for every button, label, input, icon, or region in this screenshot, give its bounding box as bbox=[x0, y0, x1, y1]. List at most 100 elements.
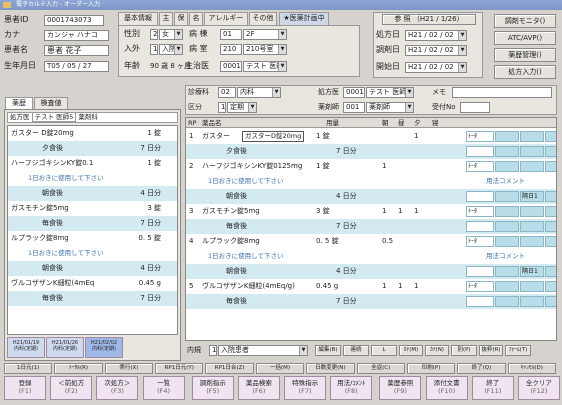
order-usage-row[interactable]: 毎食後 7 日分 bbox=[186, 294, 556, 309]
order-total-cell[interactable]: ﾄｰﾀ bbox=[466, 131, 494, 142]
fkey-button[interactable]: 特殊指示 (F7) bbox=[284, 376, 327, 400]
history-date-tab[interactable]: H21/01/19 内科(定期) bbox=[7, 337, 45, 358]
attending-code[interactable]: 00010 bbox=[220, 61, 242, 72]
order-usage-row[interactable]: 朝食後 4 日分 隔日1 bbox=[186, 264, 556, 279]
order-cell[interactable] bbox=[520, 296, 544, 307]
chevron-down-icon[interactable]: ▼ bbox=[405, 103, 413, 112]
calendar-icon[interactable]: ▼ bbox=[458, 46, 466, 55]
status-button[interactable]: 別(P) bbox=[451, 345, 477, 356]
order-cell[interactable] bbox=[545, 221, 556, 232]
tab-main[interactable]: 主 bbox=[159, 12, 173, 25]
tab-allergy[interactable]: アレルギー bbox=[204, 12, 248, 25]
status-button[interactable]: 編集(B) bbox=[315, 345, 341, 356]
memo-field[interactable] bbox=[452, 87, 552, 98]
rx-entry-button[interactable]: 処方入力() bbox=[494, 65, 556, 79]
tab-pharm-plan[interactable]: ★医薬計画中 bbox=[279, 12, 329, 25]
order-cell[interactable] bbox=[545, 296, 556, 307]
fkey-button[interactable]: 一覧 (F4) bbox=[142, 376, 185, 400]
calendar-icon[interactable]: ▼ bbox=[458, 63, 466, 72]
calendar-icon[interactable]: ▼ bbox=[458, 31, 466, 40]
division-code[interactable]: 1 bbox=[218, 102, 226, 113]
order-cell[interactable] bbox=[520, 281, 544, 292]
order-total-cell[interactable]: ﾄｰﾀ bbox=[466, 236, 494, 247]
order-total-cell[interactable]: ﾄｰﾀ bbox=[466, 206, 494, 217]
status-button[interactable]: L bbox=[371, 345, 397, 356]
tool-button[interactable]: 1日元(1) bbox=[4, 363, 53, 374]
order-cell[interactable] bbox=[520, 131, 544, 142]
dob-field[interactable]: T05 / 05 / 27 bbox=[44, 61, 109, 72]
order-row[interactable]: 3 ガスモチン錠5mg 3 錠 1 1 1 ﾄｰﾀ bbox=[186, 204, 556, 219]
order-cell[interactable] bbox=[545, 281, 556, 292]
order-usage-row[interactable]: 夕食後 7 日分 bbox=[186, 144, 556, 159]
fkey-button[interactable]: 調剤指示 (F5) bbox=[191, 376, 234, 400]
tool-button[interactable]: 全返(C) bbox=[356, 363, 405, 374]
tool-button[interactable]: 日数変更(N) bbox=[306, 363, 355, 374]
rule-code[interactable]: 1 bbox=[209, 345, 217, 356]
order-cell[interactable] bbox=[495, 281, 519, 292]
chevron-down-icon[interactable]: ▼ bbox=[174, 45, 182, 54]
tool-button[interactable]: 印刷(P) bbox=[406, 363, 456, 374]
history-filter[interactable]: 処方医 テスト 医師5 薬剤科 bbox=[7, 112, 178, 123]
pharmacist-select[interactable]: 薬剤師 ▼ bbox=[366, 102, 414, 113]
tab-insurance[interactable]: 保 bbox=[174, 12, 188, 25]
admission-code[interactable]: 1 bbox=[150, 44, 158, 55]
fkey-button[interactable]: 用法/ｺﾒﾝﾄ (F8) bbox=[330, 376, 373, 400]
order-cell[interactable] bbox=[545, 146, 556, 157]
admission-select[interactable]: 入院 ▼ bbox=[159, 44, 183, 55]
dept-code[interactable]: 02 bbox=[218, 87, 236, 98]
order-cell[interactable] bbox=[495, 296, 519, 307]
history-item[interactable]: ガスター D錠20mg 1 錠 bbox=[8, 126, 177, 141]
order-cell[interactable] bbox=[520, 206, 544, 217]
fkey-button[interactable]: 添付文書 (F10) bbox=[425, 376, 468, 400]
chevron-down-icon[interactable]: ▼ bbox=[174, 30, 182, 39]
history-item[interactable]: ルプラック錠8mg 0. 5 錠 bbox=[8, 231, 177, 246]
order-row[interactable]: 2 ハーフジゴキシンKY錠0125mg 1 錠 1 ﾄｰﾀ bbox=[186, 159, 556, 174]
tool-button[interactable]: 終了(Q) bbox=[457, 363, 506, 374]
tool-button[interactable]: RP1日元(Y) bbox=[155, 363, 204, 374]
chevron-down-icon[interactable]: ▼ bbox=[405, 88, 413, 97]
fkey-button[interactable]: 終了 (F11) bbox=[471, 376, 514, 400]
chevron-down-icon[interactable]: ▼ bbox=[248, 103, 256, 112]
division-select[interactable]: 定期 ▼ bbox=[227, 102, 257, 113]
tool-button[interactable]: 一括(M) bbox=[255, 363, 305, 374]
order-cell[interactable] bbox=[495, 206, 519, 217]
fkey-button[interactable]: 全クリア (F12) bbox=[517, 376, 560, 400]
order-cell[interactable] bbox=[495, 161, 519, 172]
rule-select[interactable]: 入院患者 ▼ bbox=[218, 345, 308, 356]
patient-name-field[interactable]: 患者 花子 bbox=[44, 45, 109, 56]
fkey-button[interactable]: 薬品検索 (F6) bbox=[237, 376, 280, 400]
sex-select[interactable]: 女 ▼ bbox=[159, 29, 183, 40]
chevron-down-icon[interactable]: ▼ bbox=[278, 62, 286, 71]
order-cell[interactable]: 隔日1 bbox=[520, 266, 544, 277]
tab-name[interactable]: 名 bbox=[189, 12, 203, 25]
fkey-button[interactable]: 登録 (F1) bbox=[4, 376, 47, 400]
filter-doctor[interactable]: テスト 医師5 bbox=[31, 112, 77, 122]
order-cell[interactable] bbox=[466, 296, 494, 307]
order-cell[interactable] bbox=[466, 191, 494, 202]
history-date-tab[interactable]: H21/01/26 内科(定期) bbox=[46, 337, 84, 358]
tool-button[interactable]: ｷｬﾝｾﾙ(D) bbox=[507, 363, 556, 374]
order-row[interactable]: 1 ガスター ガスターD錠20mg 1 錠 1 ﾄｰﾀ bbox=[186, 129, 556, 144]
tool-button[interactable]: 実行(X) bbox=[104, 363, 154, 374]
pharmacist-code[interactable]: 001 bbox=[343, 102, 365, 113]
start-date-field[interactable]: H21 / 02 / 02 ▼ bbox=[405, 62, 467, 73]
drug-popup[interactable]: ガスターD錠20mg bbox=[242, 131, 305, 142]
reference-date-button[interactable]: 参 照 （H21 / 1/26） bbox=[382, 14, 476, 25]
atc-avp-button[interactable]: ATC/AVP() bbox=[494, 31, 556, 45]
tab-other[interactable]: その他 bbox=[249, 12, 277, 25]
status-button[interactable]: ﾌｫｰﾑ(T) bbox=[505, 345, 531, 356]
tab-drug-history[interactable]: 薬歴 bbox=[5, 97, 33, 109]
chevron-down-icon[interactable]: ▼ bbox=[278, 30, 286, 39]
order-cell[interactable] bbox=[545, 191, 556, 202]
order-cell[interactable]: 隔日1 bbox=[520, 191, 544, 202]
history-item[interactable]: ガスモチン錠5mg 3 錠 bbox=[8, 201, 177, 216]
status-button[interactable]: 抜粋(R) bbox=[479, 345, 503, 356]
tab-lab-values[interactable]: 検査値 bbox=[34, 97, 68, 109]
history-date-tab-selected[interactable]: H21/02/02 内科(定期) bbox=[85, 337, 123, 358]
order-usage-row[interactable]: 朝食後 4 日分 隔日1 bbox=[186, 189, 556, 204]
order-cell[interactable] bbox=[495, 146, 519, 157]
fkey-button[interactable]: 次処方＞ (F3) bbox=[96, 376, 139, 400]
receipt-no-field[interactable] bbox=[460, 102, 490, 113]
order-cell[interactable] bbox=[495, 221, 519, 232]
prescriber-select[interactable]: テスト 医師5 ▼ bbox=[366, 87, 414, 98]
